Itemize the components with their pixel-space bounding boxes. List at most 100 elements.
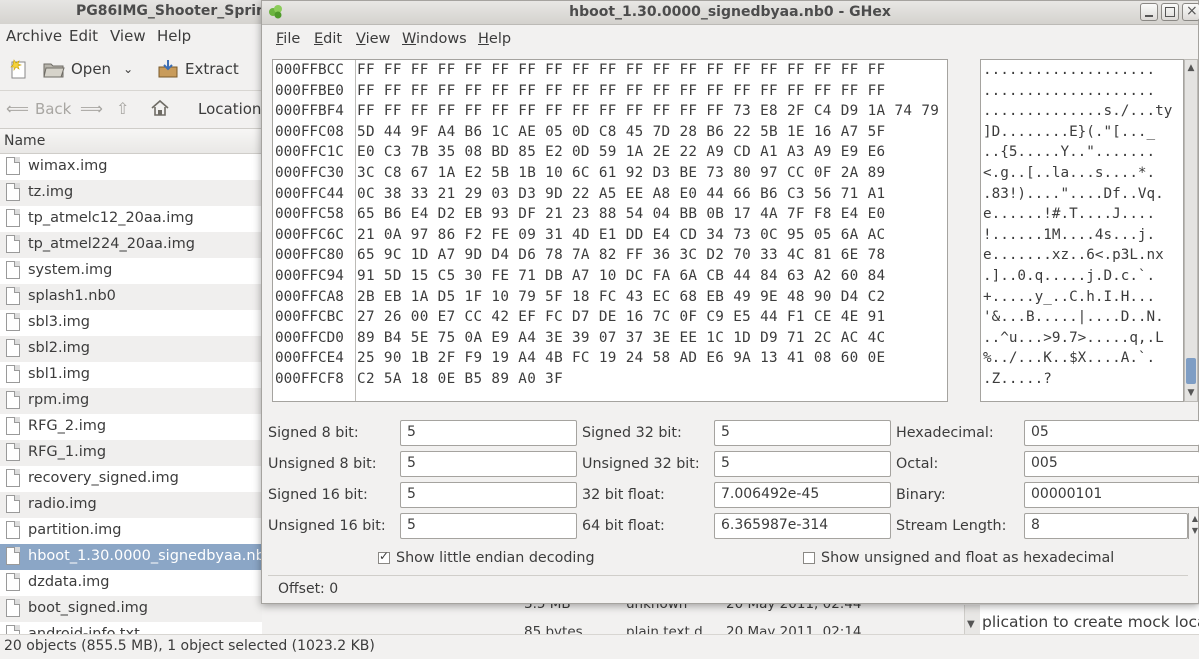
extract-button[interactable]: Extract: [156, 56, 239, 82]
stream-length-stepper[interactable]: ▲ ▼: [1188, 513, 1199, 539]
ascii-row[interactable]: ]D........E}(."[..._: [983, 122, 1172, 143]
file-list-item[interactable]: wimax.img: [0, 154, 262, 180]
file-list-item[interactable]: dzdata.img: [0, 570, 262, 596]
hexadecimal-field[interactable]: 05: [1024, 420, 1199, 446]
ascii-row[interactable]: .83!)...."....Df..Vq.: [983, 184, 1172, 205]
ascii-row[interactable]: ..{5.....Y..".......: [983, 142, 1172, 163]
file-list-scrollbar[interactable]: ▼: [964, 605, 981, 634]
binary-field[interactable]: 00000101: [1024, 482, 1199, 508]
hex-row[interactable]: 2B EB 1A D5 1F 10 79 5F 18 FC 43 EC 68 E…: [357, 287, 939, 308]
hex-row[interactable]: 5D 44 9F A4 B6 1C AE 05 0D C8 45 7D 28 B…: [357, 122, 939, 143]
signed-16-field[interactable]: 5: [400, 482, 577, 508]
close-button[interactable]: ×: [1182, 3, 1199, 21]
ascii-row[interactable]: e......!#.T....J....: [983, 204, 1172, 225]
scroll-up-icon[interactable]: ▲: [1185, 62, 1197, 74]
name-column-header[interactable]: Name: [0, 129, 262, 154]
file-list-item[interactable]: tp_atmel224_20aa.img: [0, 232, 262, 258]
file-list-item[interactable]: sbl1.img: [0, 362, 262, 388]
ascii-bytes[interactable]: ........................................…: [983, 60, 1172, 390]
file-list-item[interactable]: sbl2.img: [0, 336, 262, 362]
archive-file-list[interactable]: Name wimax.img tz.img tp_atmelc12_20aa.img…: [0, 128, 262, 635]
stream-length-spinner[interactable]: 8: [1024, 513, 1188, 539]
home-button[interactable]: [150, 99, 170, 117]
ascii-row[interactable]: ....................: [983, 81, 1172, 102]
increment-icon[interactable]: ▲: [1189, 513, 1199, 525]
ascii-row[interactable]: ..............s./...ty: [983, 101, 1172, 122]
ascii-row[interactable]: '&...B.....|....D..N.: [983, 307, 1172, 328]
hex-row[interactable]: 25 90 1B 2F F9 19 A4 4B FC 19 24 58 AD E…: [357, 348, 939, 369]
unsigned-16-field[interactable]: 5: [400, 513, 577, 539]
ghex-title-bar[interactable]: hboot_1.30.0000_signedbyaa.nb0 - GHex ×: [262, 1, 1199, 25]
ascii-row[interactable]: %../...K..$X....A.`.: [983, 348, 1172, 369]
float-32-field[interactable]: 7.006492e-45: [714, 482, 891, 508]
hex-row[interactable]: 65 B6 E4 D2 EB 93 DF 21 23 88 54 04 BB 0…: [357, 204, 939, 225]
hex-row[interactable]: 3C C8 67 1A E2 5B 1B 10 6C 61 92 D3 BE 7…: [357, 163, 939, 184]
ascii-row[interactable]: .]..0.q.....j.D.c.`.: [983, 266, 1172, 287]
file-list-item[interactable]: system.img: [0, 258, 262, 284]
file-list-item[interactable]: boot_signed.img: [0, 596, 262, 622]
unsigned-8-field[interactable]: 5: [400, 451, 577, 477]
maximize-button[interactable]: [1161, 3, 1179, 21]
hex-row[interactable]: E0 C3 7B 35 08 BD 85 E2 0D 59 1A 2E 22 A…: [357, 142, 939, 163]
minimize-button[interactable]: [1140, 3, 1158, 21]
decrement-icon[interactable]: ▼: [1189, 525, 1199, 537]
hex-row[interactable]: 89 B4 5E 75 0A E9 A4 3E 39 07 37 3E EE 1…: [357, 328, 939, 349]
ghex-menu-windows[interactable]: Windows: [402, 31, 467, 47]
hex-row[interactable]: 0C 38 33 21 29 03 D3 9D 22 A5 EE A8 E0 4…: [357, 184, 939, 205]
file-list-item[interactable]: RFG_2.img: [0, 414, 262, 440]
file-list-item[interactable]: recovery_signed.img: [0, 466, 262, 492]
file-list-item[interactable]: sbl3.img: [0, 310, 262, 336]
file-list-item[interactable]: RFG_1.img: [0, 440, 262, 466]
ghex-menu-file[interactable]: File: [276, 31, 300, 47]
unsigned-hex-checkbox-box[interactable]: [803, 552, 815, 564]
hex-bytes[interactable]: FF FF FF FF FF FF FF FF FF FF FF FF FF F…: [357, 60, 939, 390]
ascii-row[interactable]: .Z.....?: [983, 369, 1172, 390]
hex-scrollbar[interactable]: ▲ ▼: [1184, 59, 1198, 402]
scroll-down-icon[interactable]: ▼: [1185, 387, 1197, 399]
hex-row[interactable]: C2 5A 18 0E B5 89 A0 3F: [357, 369, 939, 390]
ghex-menu-view[interactable]: View: [356, 31, 390, 47]
up-button[interactable]: ⇧: [116, 99, 129, 118]
signed-32-field[interactable]: 5: [714, 420, 891, 446]
ghex-menu-edit[interactable]: Edit: [314, 31, 342, 47]
hex-row[interactable]: 65 9C 1D A7 9D D4 D6 78 7A 82 FF 36 3C D…: [357, 245, 939, 266]
octal-field[interactable]: 005: [1024, 451, 1199, 477]
archive-menu-view[interactable]: View: [110, 27, 146, 45]
scrollbar-thumb[interactable]: [1186, 358, 1196, 384]
archive-menu-edit[interactable]: Edit: [69, 27, 98, 45]
ascii-view[interactable]: ........................................…: [980, 59, 1184, 402]
file-list-item[interactable]: rpm.img: [0, 388, 262, 414]
ascii-row[interactable]: !......1M....4s...j.: [983, 225, 1172, 246]
hex-row[interactable]: FF FF FF FF FF FF FF FF FF FF FF FF FF F…: [357, 60, 939, 81]
ascii-row[interactable]: <.g..[..la...s....*.: [983, 163, 1172, 184]
file-list-item[interactable]: hboot_1.30.0000_signedbyaa.nb0: [0, 544, 262, 570]
file-list-item[interactable]: splash1.nb0: [0, 284, 262, 310]
hex-row[interactable]: 27 26 00 E7 CC 42 EF FC D7 DE 16 7C 0F C…: [357, 307, 939, 328]
forward-button[interactable]: ⟹: [80, 99, 103, 118]
unsigned-32-field[interactable]: 5: [714, 451, 891, 477]
little-endian-checkbox[interactable]: Show little endian decoding: [378, 549, 595, 566]
open-button[interactable]: Open ⌄: [42, 56, 133, 82]
hex-row[interactable]: FF FF FF FF FF FF FF FF FF FF FF FF FF F…: [357, 81, 939, 102]
hex-row[interactable]: 91 5D 15 C5 30 FE 71 DB A7 10 DC FA 6A C…: [357, 266, 939, 287]
ascii-row[interactable]: ..^u...>9.7>.....q,.L: [983, 328, 1172, 349]
hex-view[interactable]: 000FFBCC 000FFBE0 000FFBF4 000FFC08 000FFC1C…: [272, 59, 948, 402]
unsigned-hex-checkbox[interactable]: Show unsigned and float as hexadecimal: [803, 550, 1114, 566]
signed-8-field[interactable]: 5: [400, 420, 577, 446]
ascii-row[interactable]: ....................: [983, 60, 1172, 81]
file-list-item[interactable]: radio.img: [0, 492, 262, 518]
chevron-down-icon[interactable]: ▼: [967, 619, 975, 630]
back-button[interactable]: ⟸ Back: [6, 99, 71, 118]
file-list-item[interactable]: tp_atmelc12_20aa.img: [0, 206, 262, 232]
hex-row[interactable]: FF FF FF FF FF FF FF FF FF FF FF FF FF F…: [357, 101, 939, 122]
ghex-menu-help[interactable]: Help: [478, 31, 511, 47]
little-endian-checkbox-box[interactable]: [378, 549, 390, 564]
hex-row[interactable]: 21 0A 97 86 F2 FE 09 31 4D E1 DD E4 CD 3…: [357, 225, 939, 246]
chevron-down-icon[interactable]: ⌄: [123, 62, 133, 76]
float-64-field[interactable]: 6.365987e-314: [714, 513, 891, 539]
archive-menu-archive[interactable]: Archive: [6, 27, 62, 45]
ascii-row[interactable]: e.......xz..6<.p3L.nx: [983, 245, 1172, 266]
new-archive-button[interactable]: [8, 56, 30, 82]
file-list-item[interactable]: partition.img: [0, 518, 262, 544]
ascii-row[interactable]: +.....y_..C.h.I.H...: [983, 287, 1172, 308]
